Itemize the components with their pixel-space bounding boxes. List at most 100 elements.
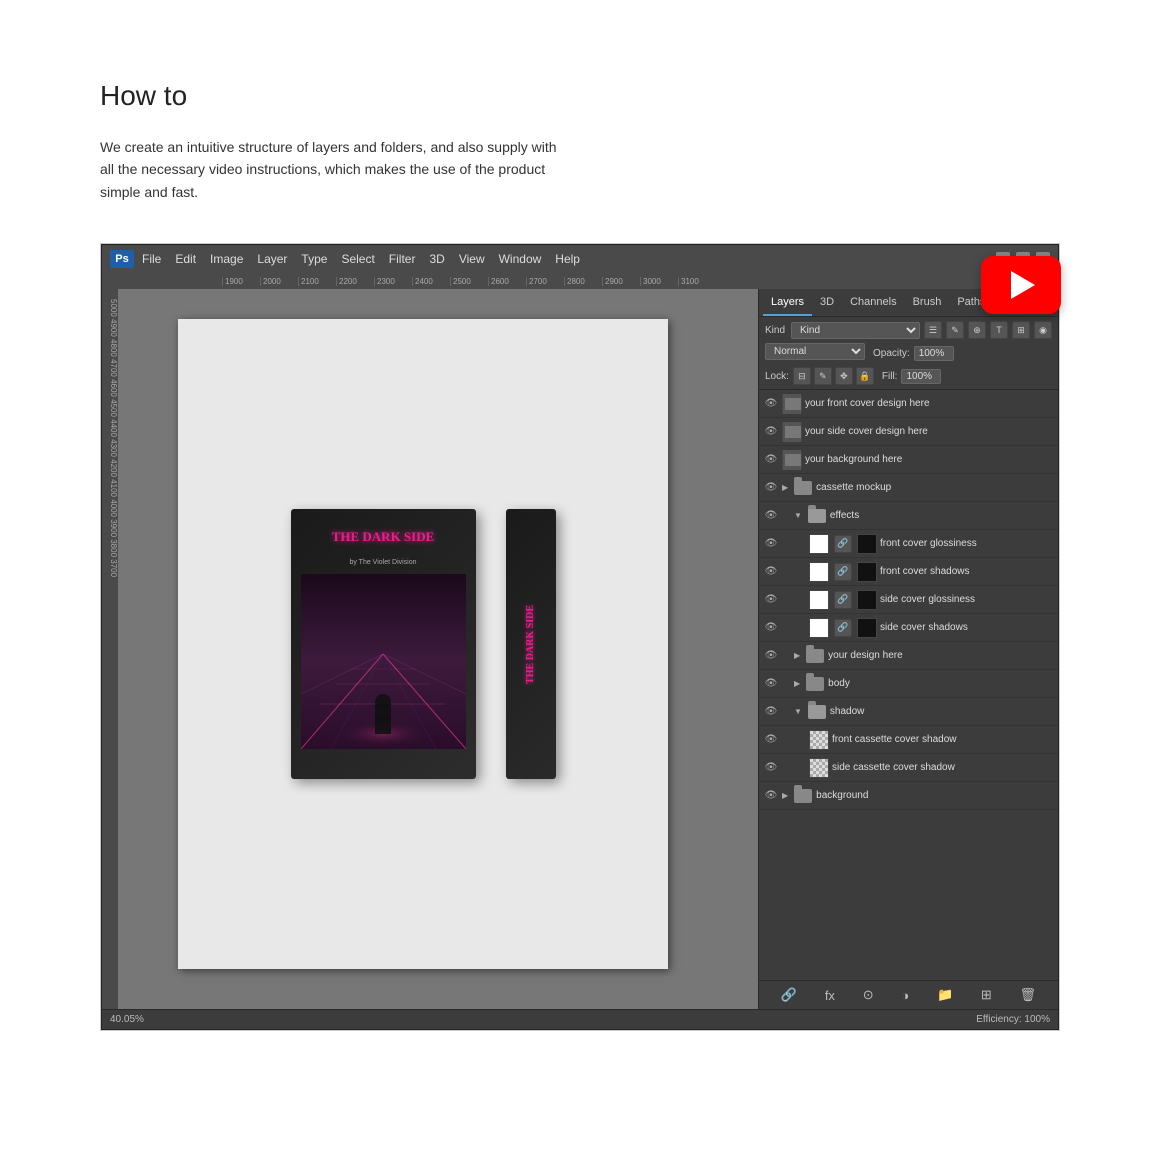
layer-thumb — [809, 618, 829, 638]
eye-icon[interactable]: 👁 — [763, 452, 779, 468]
blend-mode-select[interactable]: Normal — [765, 343, 865, 360]
kind-icon3[interactable]: ⊕ — [968, 321, 986, 339]
opacity-input[interactable] — [914, 346, 954, 361]
ruler-2400: 2400 — [412, 277, 450, 286]
eye-icon[interactable]: 👁 — [763, 396, 779, 412]
menu-file[interactable]: File — [142, 252, 161, 266]
layer-name: front cover shadows — [880, 566, 1054, 577]
layer-item[interactable]: 👁 🔗 side cover glossiness — [759, 586, 1058, 614]
layer-name: your side cover design here — [805, 426, 1054, 437]
chevron-icon[interactable]: ▼ — [794, 511, 802, 520]
fx-icon[interactable]: fx — [825, 988, 835, 1003]
eye-icon[interactable]: 👁 — [763, 564, 779, 580]
eye-icon[interactable]: 👁 — [763, 704, 779, 720]
cassette-scene: THE DARK SIDE by The Violet Division — [178, 319, 668, 969]
chevron-icon[interactable]: ▶ — [782, 791, 788, 800]
chevron-icon[interactable]: ▶ — [794, 651, 800, 660]
layer-thumb-folder — [805, 646, 825, 666]
new-group-icon[interactable]: 📁 — [937, 987, 953, 1003]
menu-edit[interactable]: Edit — [175, 252, 196, 266]
eye-icon[interactable]: 👁 — [763, 620, 779, 636]
menu-window[interactable]: Window — [499, 252, 542, 266]
lock-move-btn[interactable]: ✥ — [835, 367, 853, 385]
menu-select[interactable]: Select — [341, 252, 374, 266]
tab-layers[interactable]: Layers — [763, 289, 812, 316]
layer-item[interactable]: 👁 🔗 side cover shadows — [759, 614, 1058, 642]
eye-icon[interactable]: 👁 — [763, 676, 779, 692]
menu-image[interactable]: Image — [210, 252, 243, 266]
ps-titlebar: Ps File Edit Image Layer Type Select Fil… — [102, 245, 1058, 273]
menu-type[interactable]: Type — [301, 252, 327, 266]
layer-item[interactable]: 👁 your front cover design here — [759, 390, 1058, 418]
fill-input[interactable] — [901, 369, 941, 384]
eye-icon[interactable]: 👁 — [763, 592, 779, 608]
cassette-cover-image — [301, 574, 466, 749]
folder-icon — [794, 481, 812, 495]
layer-link-icon[interactable]: 🔗 — [834, 535, 852, 553]
add-mask-icon[interactable]: ⊙ — [863, 987, 874, 1003]
eye-icon[interactable]: 👁 — [763, 788, 779, 804]
layer-item[interactable]: 👁 your background here — [759, 446, 1058, 474]
layer-item[interactable]: 👁 🔗 front cover shadows — [759, 558, 1058, 586]
chevron-icon[interactable]: ▼ — [794, 707, 802, 716]
layer-item[interactable]: 👁 ▶ background — [759, 782, 1058, 810]
eye-icon[interactable]: 👁 — [763, 480, 779, 496]
eye-icon[interactable]: 👁 — [763, 508, 779, 524]
delete-layer-icon[interactable]: 🗑 — [1020, 987, 1037, 1003]
tab-brush[interactable]: Brush — [905, 289, 950, 316]
lock-icons: ⊟ ✎ ✥ 🔒 — [793, 367, 874, 385]
menu-3d[interactable]: 3D — [429, 252, 444, 266]
layer-item[interactable]: 👁 ▶ cassette mockup — [759, 474, 1058, 502]
layer-link-icon[interactable]: 🔗 — [834, 563, 852, 581]
lock-transparent-btn[interactable]: ⊟ — [793, 367, 811, 385]
kind-icon1[interactable]: ☰ — [924, 321, 942, 339]
layer-item[interactable]: 👁 front cassette cover shadow — [759, 726, 1058, 754]
layer-item[interactable]: 👁 your side cover design here — [759, 418, 1058, 446]
eye-icon[interactable]: 👁 — [763, 760, 779, 776]
layer-link-icon[interactable]: 🔗 — [834, 619, 852, 637]
layer-mask-thumb — [857, 590, 877, 610]
lock-all-btn[interactable]: 🔒 — [856, 367, 874, 385]
layer-item[interactable]: 👁 side cassette cover shadow — [759, 754, 1058, 782]
ps-menu: File Edit Image Layer Type Select Filter… — [142, 252, 580, 266]
layer-item[interactable]: 👁 ▶ body — [759, 670, 1058, 698]
chevron-icon[interactable]: ▶ — [782, 483, 788, 492]
youtube-play-button[interactable] — [981, 256, 1061, 314]
ps-canvas-area[interactable]: THE DARK SIDE by The Violet Division — [118, 289, 758, 1009]
chevron-icon[interactable]: ▶ — [794, 679, 800, 688]
eye-icon[interactable]: 👁 — [763, 648, 779, 664]
kind-icon6[interactable]: ◉ — [1034, 321, 1052, 339]
ruler-2900: 2900 — [602, 277, 640, 286]
layer-link-icon[interactable]: 🔗 — [834, 591, 852, 609]
kind-row: Kind Kind ☰ ✎ ⊕ T ⊞ ◉ — [765, 321, 1052, 339]
layer-item[interactable]: 👁 🔗 front cover glossiness — [759, 530, 1058, 558]
kind-icon4[interactable]: T — [990, 321, 1008, 339]
kind-icon5[interactable]: ⊞ — [1012, 321, 1030, 339]
lock-paint-btn[interactable]: ✎ — [814, 367, 832, 385]
ps-zoom-level: 40.05% — [110, 1014, 976, 1025]
tab-channels[interactable]: Channels — [842, 289, 904, 316]
tab-3d[interactable]: 3D — [812, 289, 842, 316]
eye-icon[interactable]: 👁 — [763, 424, 779, 440]
new-layer-icon[interactable]: ⊞ — [981, 987, 992, 1003]
layer-name: side cover shadows — [880, 622, 1054, 633]
link-layers-icon[interactable]: 🔗 — [781, 987, 797, 1003]
layer-item[interactable]: 👁 ▼ shadow — [759, 698, 1058, 726]
cassette-shadow-side — [262, 769, 635, 969]
eye-icon[interactable]: 👁 — [763, 536, 779, 552]
layers-list: 👁 your front cover design here 👁 — [759, 390, 1058, 980]
layer-item[interactable]: 👁 ▶ your design here — [759, 642, 1058, 670]
menu-view[interactable]: View — [459, 252, 485, 266]
adjustment-icon[interactable]: ◑ — [901, 988, 909, 1003]
ruler-2600: 2600 — [488, 277, 526, 286]
eye-icon[interactable]: 👁 — [763, 732, 779, 748]
menu-filter[interactable]: Filter — [389, 252, 416, 266]
kind-label: Kind — [765, 325, 785, 336]
ruler-2800: 2800 — [564, 277, 602, 286]
kind-select[interactable]: Kind — [791, 322, 920, 339]
menu-help[interactable]: Help — [555, 252, 580, 266]
menu-layer[interactable]: Layer — [257, 252, 287, 266]
layer-item[interactable]: 👁 ▼ effects — [759, 502, 1058, 530]
kind-icon2[interactable]: ✎ — [946, 321, 964, 339]
folder-open-icon — [808, 509, 826, 523]
